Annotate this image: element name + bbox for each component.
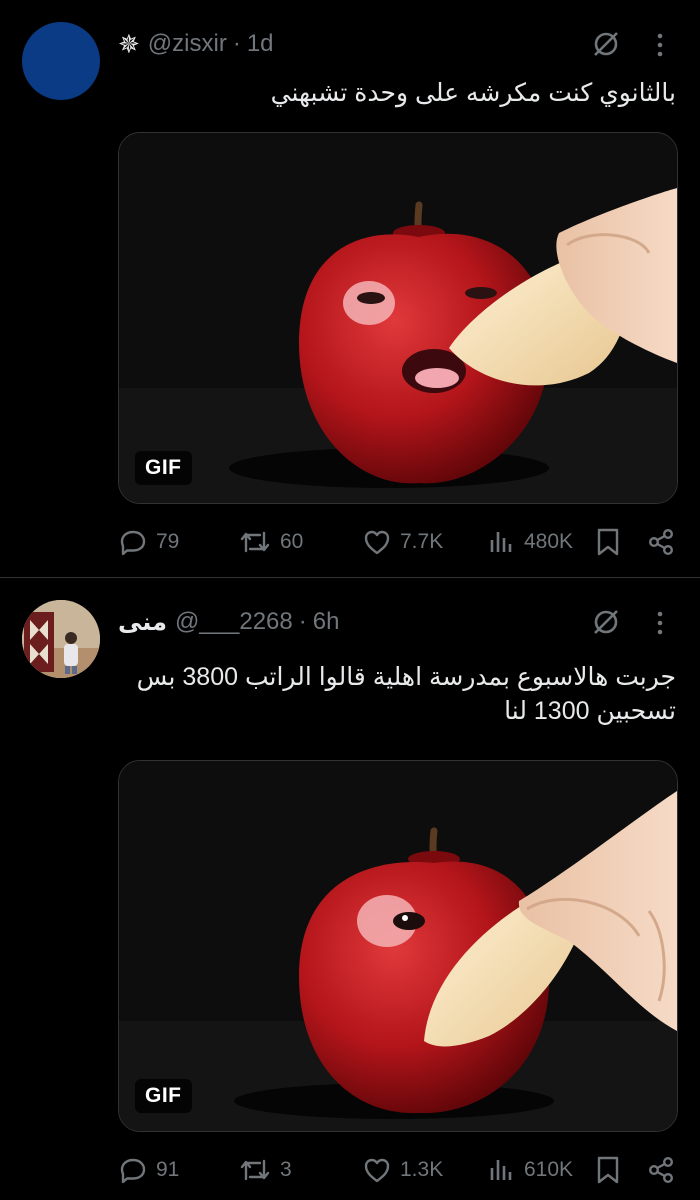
retweet-icon xyxy=(240,1159,270,1181)
bookmark-icon xyxy=(597,1156,619,1184)
tweet-text: بالثانوي كنت مكرشه على وحدة تشبهني xyxy=(270,79,676,107)
retweet-count: 3 xyxy=(280,1158,292,1181)
share-icon xyxy=(648,529,674,556)
more-options-icon[interactable] xyxy=(648,608,672,638)
avatar[interactable] xyxy=(22,22,100,100)
retweet-count: 60 xyxy=(280,530,304,553)
header-separator: · xyxy=(232,30,241,57)
gif-badge: GIF xyxy=(135,1079,192,1113)
views-count: 480K xyxy=(524,530,574,553)
tweet[interactable]: ✵ @zisxir · 1d بالثانوي كنت مكرشه على وح… xyxy=(0,0,700,577)
views-icon xyxy=(490,1160,512,1180)
heart-icon xyxy=(364,530,390,555)
grok-icon[interactable] xyxy=(590,606,622,638)
tweet-header: ✵ @zisxir · 1d xyxy=(118,28,274,60)
avatar[interactable] xyxy=(22,600,100,678)
heart-icon xyxy=(364,1158,390,1183)
tweet-media-gif[interactable]: GIF xyxy=(118,760,678,1132)
like-count: 7.7K xyxy=(400,530,444,553)
like-button[interactable]: 1.3K xyxy=(362,1152,443,1188)
share-icon xyxy=(648,1157,674,1184)
reply-button[interactable]: 79 xyxy=(118,524,179,560)
avatar-image xyxy=(22,600,100,678)
tweet[interactable]: منى @___2268 · 6h جربت هالاسبوع بمدرسة ا… xyxy=(0,578,700,1200)
retweet-button[interactable]: 60 xyxy=(238,524,303,560)
tweet-header: منى @___2268 · 6h xyxy=(118,606,339,638)
views-button[interactable]: 610K xyxy=(488,1152,573,1188)
share-button[interactable] xyxy=(646,524,684,560)
like-button[interactable]: 7.7K xyxy=(362,524,443,560)
tweet-media-gif[interactable]: GIF xyxy=(118,132,678,504)
retweet-button[interactable]: 3 xyxy=(238,1152,292,1188)
bookmark-icon xyxy=(597,528,619,556)
like-count: 1.3K xyxy=(400,1158,444,1181)
bookmark-button[interactable] xyxy=(594,524,630,560)
gif-badge: GIF xyxy=(135,451,192,485)
share-button[interactable] xyxy=(646,1152,684,1188)
reply-icon xyxy=(120,1158,146,1184)
retweet-icon xyxy=(240,531,270,553)
grok-icon[interactable] xyxy=(590,28,622,60)
profile-badge: ✵ xyxy=(118,28,140,59)
views-icon xyxy=(490,532,512,552)
apple-gif-image xyxy=(119,761,677,1131)
more-options-icon[interactable] xyxy=(648,30,672,60)
bookmark-button[interactable] xyxy=(594,1152,630,1188)
reply-count: 91 xyxy=(156,1158,180,1181)
tweet-timestamp[interactable]: 1d xyxy=(247,30,274,58)
apple-gif-image xyxy=(119,133,677,503)
reply-count: 79 xyxy=(156,530,180,553)
views-count: 610K xyxy=(524,1158,574,1181)
tweet-actions: 79 60 7.7K 480K xyxy=(118,524,678,560)
tweet-actions: 91 3 1.3K 610K xyxy=(118,1152,678,1188)
user-handle[interactable]: @___2268 xyxy=(175,608,293,636)
reply-icon xyxy=(120,530,146,556)
tweet-timestamp[interactable]: 6h xyxy=(313,608,340,636)
header-separator: · xyxy=(298,608,307,635)
user-handle[interactable]: @zisxir xyxy=(148,30,227,58)
views-button[interactable]: 480K xyxy=(488,524,573,560)
tweet-text: جربت هالاسبوع بمدرسة اهلية قالوا الراتب … xyxy=(136,663,676,725)
display-name[interactable]: منى xyxy=(118,608,167,637)
reply-button[interactable]: 91 xyxy=(118,1152,179,1188)
